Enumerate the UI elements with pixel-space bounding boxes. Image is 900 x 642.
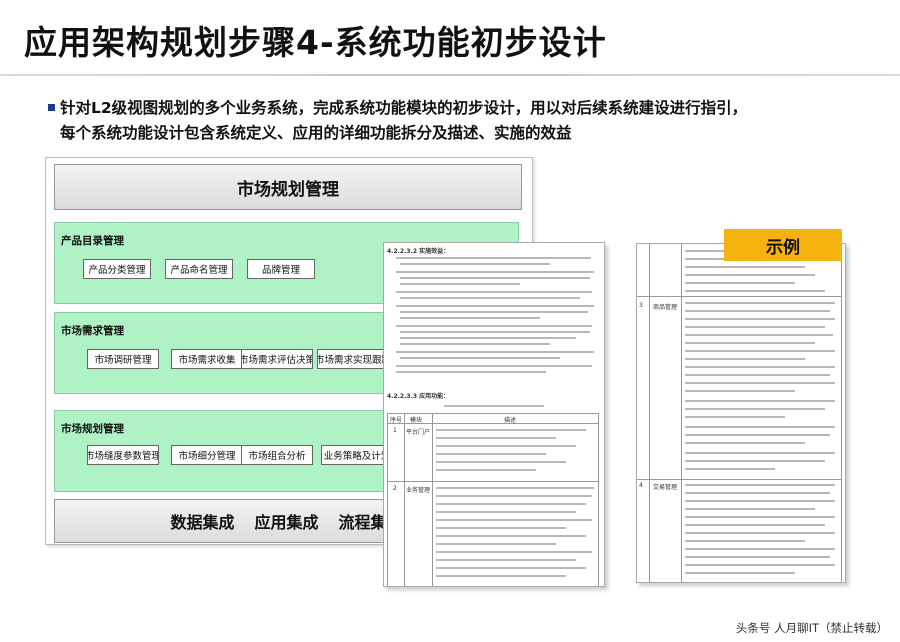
module-box: 市场需求评估决策 [241,349,313,369]
module-box: 市场需求收集 [171,349,243,369]
example-badge: 示例 [724,229,842,261]
doc-row-module: 商品管理 [653,304,678,311]
document-page-right: 3 商品管理 4 交易管理 [636,243,846,583]
doc-heading: 4.2.2.3.3 应用功能： [387,393,450,400]
group-title: 产品目录管理 [61,235,124,247]
module-box: 市场细分管理 [171,445,243,465]
module-box: 市场调研管理 [87,349,159,369]
doc-row-no: 3 [639,302,643,309]
module-box: 市场组合分析 [241,445,313,465]
module-box: 市场缝度参数管理 [87,445,159,465]
bullet-line-2: 每个系统功能设计包含系统定义、应用的详细功能拆分及描述、实施的效益 [60,124,572,142]
module-box: 市场需求实现跟踪 [317,349,389,369]
doc-row-module: 交易管理 [653,484,678,491]
group-title: 市场规划管理 [61,423,124,435]
title-bar: 应用架构规划步骤4-系统功能初步设计 [0,0,900,74]
integration-item: 数据集成 [170,513,235,532]
doc-row-no: 1 [393,427,397,434]
integration-item: 应用集成 [254,513,319,532]
doc-col-header: 序号 [390,417,403,424]
bullet-line-1: 针对L2级视图规划的多个业务系统，完成系统功能模块的初步设计，用以对后续系统建设… [60,99,748,117]
module-box: 品牌管理 [247,259,315,279]
doc-heading: 4.2.2.3.2 实施效益： [387,248,450,255]
page-title: 应用架构规划步骤4-系统功能初步设计 [24,23,607,62]
title-divider [0,74,900,76]
doc-row-no: 4 [639,482,643,489]
doc-row-module: 平台门户 [406,429,431,436]
module-box: 产品命名管理 [165,259,233,279]
bullet-point: 针对L2级视图规划的多个业务系统，完成系统功能模块的初步设计，用以对后续系统建设… [48,96,880,146]
doc-row-module: 业务管理 [406,487,431,494]
doc-col-header: 模块 [410,417,423,424]
module-box: 产品分类管理 [83,259,151,279]
group-title: 市场需求管理 [61,325,124,337]
document-page-left: 4.2.2.3.2 实施效益： 4.2.2.3.3 应用功能： 序号 模块 描述… [383,242,605,587]
diagram-header: 市场规划管理 [54,164,522,210]
doc-row-no: 2 [393,485,397,492]
bullet-square-icon [48,104,55,111]
footer-watermark: 头条号 人月聊IT（禁止转载） [735,621,888,635]
doc-col-header: 描述 [504,417,517,424]
